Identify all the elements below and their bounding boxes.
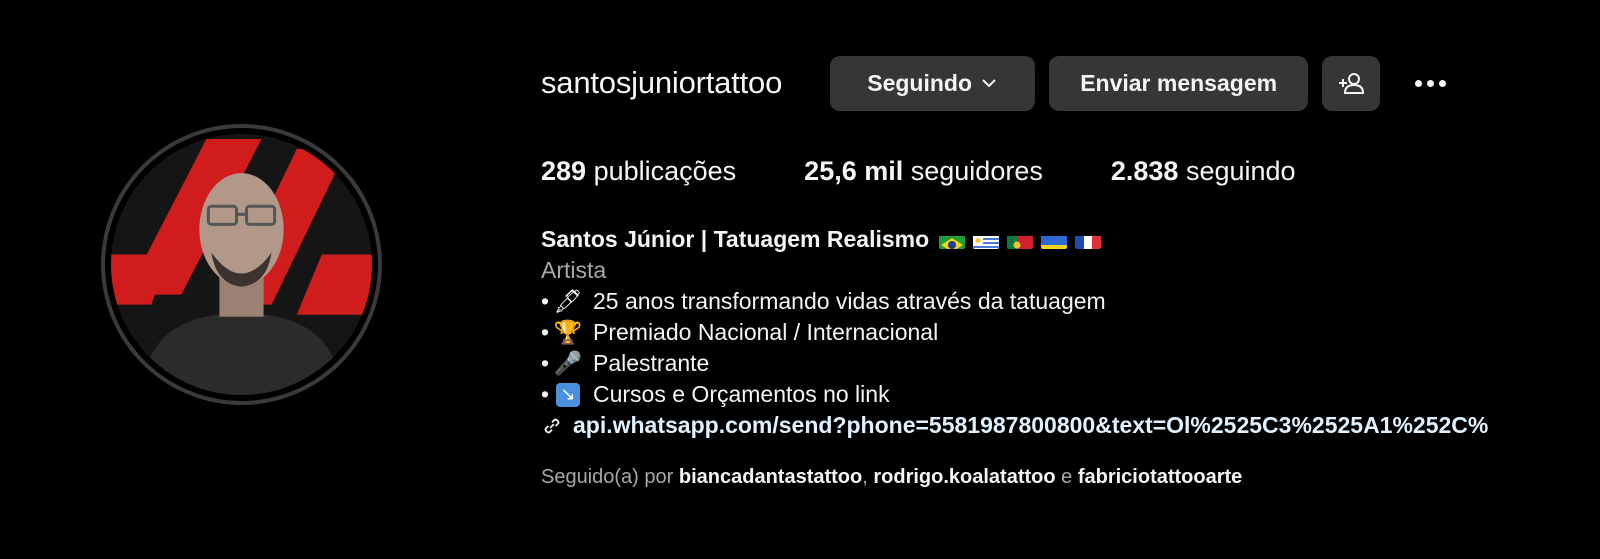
bio-link[interactable]: api.whatsapp.com/send?phone=558198780080… (541, 410, 1600, 441)
bio-link-text: api.whatsapp.com/send?phone=558198780080… (573, 412, 1489, 438)
pen-icon: 🖋 (553, 288, 583, 314)
profile-bio: Santos Júnior | Tatuagem Realismo Artist… (541, 224, 1600, 441)
send-message-button[interactable]: Enviar mensagem (1049, 55, 1309, 111)
ukraine-flag-icon (1041, 231, 1068, 249)
bio-line-text: Palestrante (593, 350, 710, 376)
posts-label: publicações (593, 156, 737, 186)
bio-line: • ↘ Cursos e Orçamentos no link (541, 379, 1600, 410)
profile-page: santosjuniortattoo Seguindo Enviar mensa… (0, 0, 1600, 559)
posts-stat: 289 publicações (541, 156, 736, 187)
message-label: Enviar mensagem (1080, 69, 1278, 96)
uruguay-flag-icon (973, 231, 1000, 249)
bio-line-text: Cursos e Orçamentos no link (593, 381, 890, 407)
chevron-down-icon (982, 79, 996, 88)
brazil-flag-icon (939, 231, 966, 249)
france-flag-icon (1075, 231, 1102, 249)
following-label: Seguindo (867, 69, 973, 96)
bullet: • (541, 319, 550, 345)
profile-stats: 289 publicações 25,6 mil seguidores 2.83… (541, 156, 1364, 187)
category-label: Artista (541, 257, 607, 283)
dot-icon (1414, 79, 1422, 87)
full-name: Santos Júnior | Tatuagem Realismo (541, 224, 1600, 255)
bullet: • (541, 350, 550, 376)
following-count: 2.838 (1110, 156, 1179, 186)
flags (939, 231, 1102, 249)
arrow-down-right-icon: ↘ (556, 382, 580, 407)
dot-icon (1438, 79, 1446, 87)
followers-label: seguidores (910, 156, 1043, 186)
avatar-illustration (111, 134, 372, 395)
mutual-follower: fabriciotattooarte (1077, 466, 1243, 488)
followed-by-prefix: Seguido(a) por (541, 466, 674, 488)
separator: , (862, 466, 868, 488)
username: santosjuniortattoo (541, 65, 783, 100)
portugal-flag-icon (1007, 231, 1034, 249)
bio-line: • 🖋 25 anos transformando vidas através … (541, 286, 1600, 317)
full-name-text: Santos Júnior | Tatuagem Realismo (541, 226, 930, 252)
profile-avatar[interactable] (101, 124, 382, 405)
followers-stat[interactable]: 25,6 mil seguidores (804, 156, 1043, 187)
bio-line-text: 25 anos transformando vidas através da t… (593, 288, 1106, 314)
mutual-follower: biancadantastattoo (678, 466, 863, 488)
bullet: • (541, 288, 550, 314)
bio-line-text: Premiado Nacional / Internacional (593, 319, 939, 345)
add-person-icon (1339, 73, 1365, 94)
followers-count: 25,6 mil (804, 156, 904, 186)
trophy-icon: 🏆 (553, 319, 583, 345)
bio-line: • 🎤 Palestrante (541, 348, 1600, 379)
avatar-image (111, 134, 372, 395)
followed-by[interactable]: Seguido(a) por biancadantastattoo, rodri… (541, 466, 1242, 489)
profile-header: santosjuniortattoo Seguindo Enviar mensa… (541, 55, 1450, 111)
more-options-button[interactable] (1410, 63, 1450, 103)
link-icon (544, 418, 560, 433)
microphone-icon: 🎤 (553, 350, 583, 376)
mutual-follower: rodrigo.koalatattoo (873, 466, 1056, 488)
posts-count: 289 (541, 156, 587, 186)
dot-icon (1426, 79, 1434, 87)
bio-line: • 🏆 Premiado Nacional / Internacional (541, 317, 1600, 348)
suggest-accounts-button[interactable] (1322, 55, 1381, 111)
bullet: • (541, 381, 550, 407)
following-button[interactable]: Seguindo (830, 55, 1036, 111)
following-stat-label: seguindo (1185, 156, 1296, 186)
following-stat[interactable]: 2.838 seguindo (1111, 156, 1296, 187)
conjunction: e (1061, 466, 1073, 488)
